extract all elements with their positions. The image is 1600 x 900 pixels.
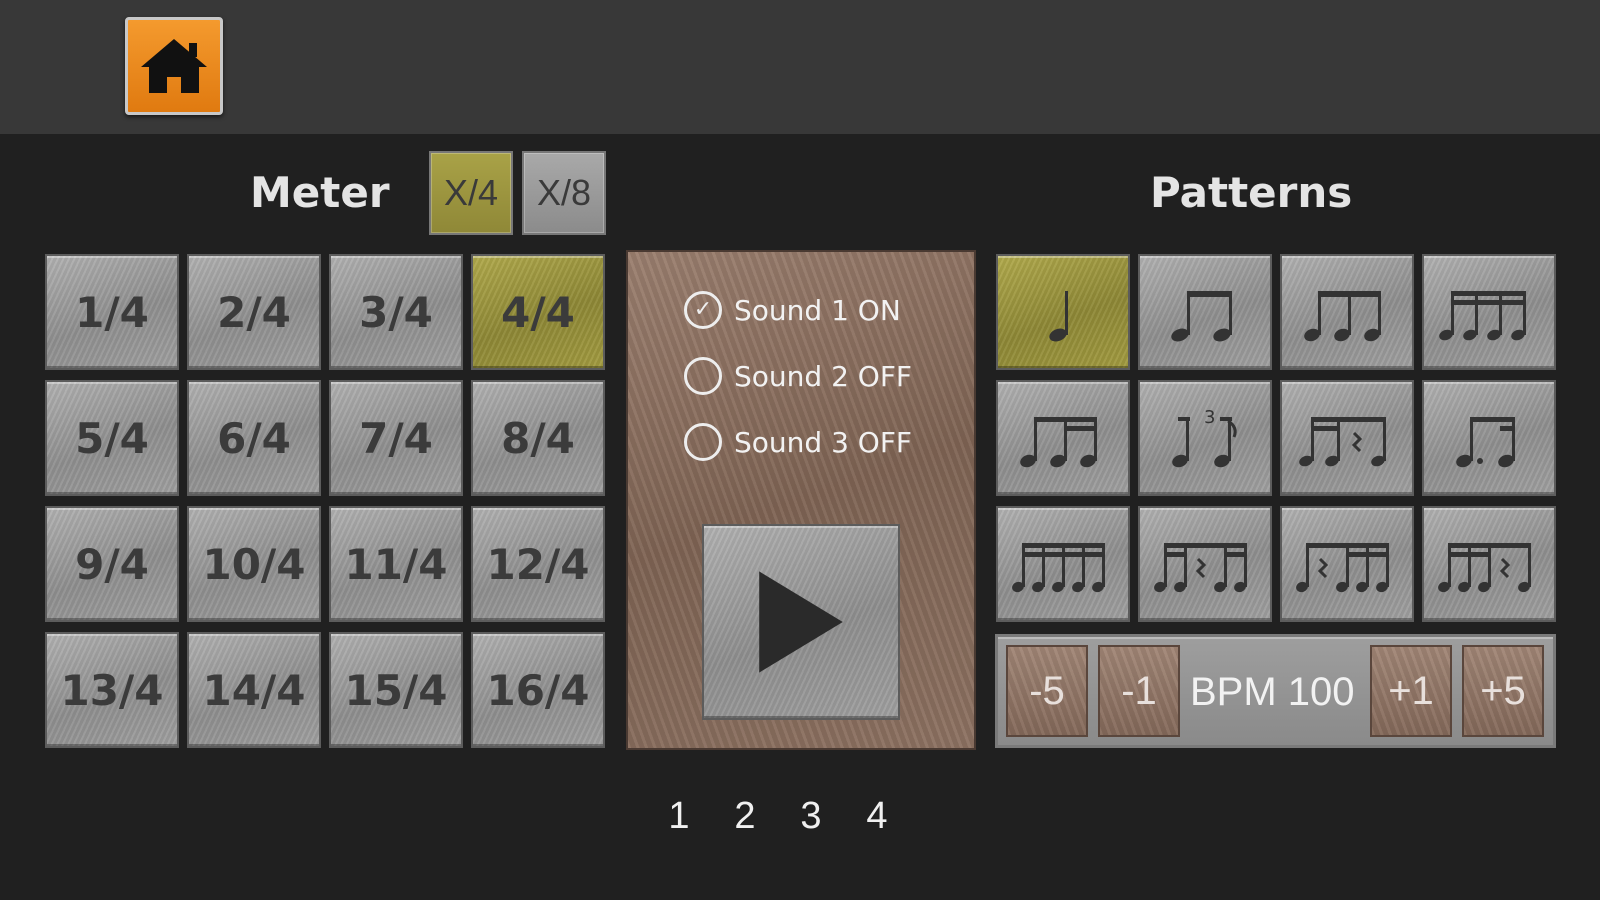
quintuplet-rest-1-icon <box>1296 543 1389 593</box>
page-indicator: 1 2 3 4 <box>646 795 910 838</box>
bpm-control: -5 -1 BPM 100 +1 +5 <box>995 634 1556 748</box>
triplet-rest-icon: 3 <box>1172 407 1237 468</box>
sound-3-toggle[interactable]: Sound 3 OFF <box>684 420 912 464</box>
meter-title: Meter <box>250 168 390 217</box>
bpm-plus-5-button[interactable]: +5 <box>1462 645 1544 737</box>
bpm-value: BPM 100 <box>1190 670 1355 714</box>
eighth-two-sixteenths-icon <box>1020 417 1097 468</box>
four-sixteenths-icon <box>1439 291 1526 341</box>
meter-button[interactable]: 5/4 <box>45 380 179 496</box>
meter-mode-x4-button[interactable]: X/4 <box>429 151 513 235</box>
patterns-title: Patterns <box>1150 168 1353 217</box>
pattern-button[interactable] <box>1280 506 1414 622</box>
pattern-button[interactable] <box>996 380 1130 496</box>
pattern-button[interactable] <box>996 506 1130 622</box>
meter-grid: 1/4 2/4 3/4 4/4 5/4 6/4 7/4 8/4 9/4 10/4… <box>45 254 605 748</box>
meter-button[interactable]: 8/4 <box>471 380 605 496</box>
pattern-button[interactable]: 3 <box>1138 380 1272 496</box>
meter-button[interactable]: 2/4 <box>187 254 321 370</box>
play-button[interactable] <box>702 524 900 720</box>
meter-button[interactable]: 15/4 <box>329 632 463 748</box>
pattern-button[interactable] <box>1280 380 1414 496</box>
pattern-button[interactable] <box>1280 254 1414 370</box>
sound-panel: ✓ Sound 1 ON Sound 2 OFF Sound 3 OFF <box>626 250 976 750</box>
pattern-button[interactable] <box>1422 506 1556 622</box>
meter-button[interactable]: 16/4 <box>471 632 605 748</box>
bpm-plus-1-button[interactable]: +1 <box>1370 645 1452 737</box>
meter-button[interactable]: 12/4 <box>471 506 605 622</box>
sound-3-label: Sound 3 OFF <box>734 425 913 459</box>
meter-button[interactable]: 14/4 <box>187 632 321 748</box>
bpm-minus-1-button[interactable]: -1 <box>1098 645 1180 737</box>
pattern-button[interactable] <box>1422 254 1556 370</box>
meter-button[interactable]: 7/4 <box>329 380 463 496</box>
svg-text:3: 3 <box>1204 407 1215 428</box>
page-number-4[interactable]: 4 <box>844 795 910 838</box>
home-icon <box>141 39 207 93</box>
radio-icon <box>684 357 722 395</box>
dotted-eighth-sixteenth-icon <box>1456 417 1515 468</box>
meter-mode-x8-button[interactable]: X/8 <box>522 151 606 235</box>
sound-2-label: Sound 2 OFF <box>734 359 913 393</box>
sound-1-toggle[interactable]: ✓ Sound 1 ON <box>684 288 901 332</box>
page-number-1[interactable]: 1 <box>646 795 712 838</box>
home-button[interactable] <box>125 17 223 115</box>
meter-button[interactable]: 3/4 <box>329 254 463 370</box>
meter-button[interactable]: 13/4 <box>45 632 179 748</box>
top-bar <box>0 0 1600 134</box>
pattern-grid: 3 <box>996 254 1556 622</box>
sound-2-toggle[interactable]: Sound 2 OFF <box>684 354 912 398</box>
two-eighths-icon <box>1171 291 1232 342</box>
quintuplet-rest-2-icon <box>1154 543 1247 593</box>
pattern-button[interactable] <box>1138 254 1272 370</box>
quintuplet-rest-4-icon <box>1438 543 1531 593</box>
pattern-button-selected[interactable] <box>996 254 1130 370</box>
meter-button[interactable]: 6/4 <box>187 380 321 496</box>
meter-button[interactable]: 10/4 <box>187 506 321 622</box>
eighth-triplet-icon <box>1304 291 1381 342</box>
radio-icon <box>684 423 722 461</box>
pattern-button[interactable] <box>1422 380 1556 496</box>
sound-1-label: Sound 1 ON <box>734 293 901 327</box>
quintuplet-icon <box>1012 543 1105 593</box>
page-number-2[interactable]: 2 <box>712 795 778 838</box>
meter-button[interactable]: 1/4 <box>45 254 179 370</box>
meter-button[interactable]: 9/4 <box>45 506 179 622</box>
quarter-note-icon <box>1049 291 1068 342</box>
pattern-button[interactable] <box>1138 506 1272 622</box>
meter-button[interactable]: 11/4 <box>329 506 463 622</box>
checked-radio-icon: ✓ <box>684 291 722 329</box>
play-icon <box>759 571 843 673</box>
meter-button-selected[interactable]: 4/4 <box>471 254 605 370</box>
bpm-minus-5-button[interactable]: -5 <box>1006 645 1088 737</box>
page-number-3[interactable]: 3 <box>778 795 844 838</box>
sixteenths-rest-icon <box>1299 417 1386 467</box>
